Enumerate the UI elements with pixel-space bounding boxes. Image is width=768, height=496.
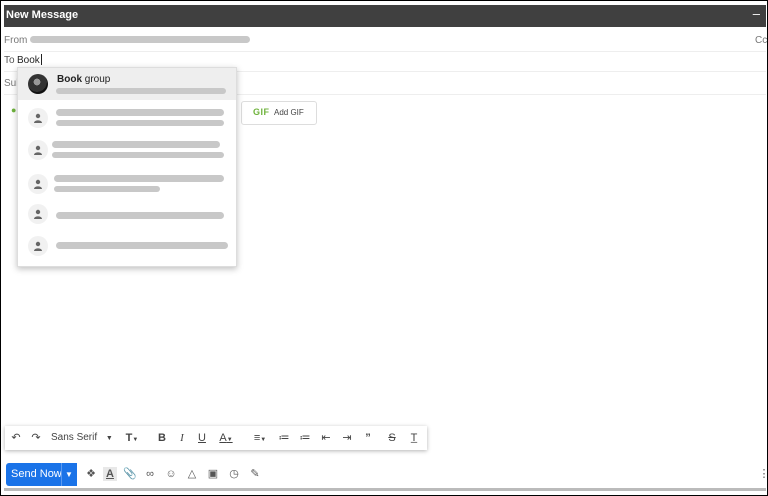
from-row[interactable]: From Cc (4, 29, 767, 52)
minimize-icon[interactable]: – (753, 6, 760, 21)
person-icon (28, 140, 48, 160)
add-gif-label: Add GIF (274, 108, 304, 117)
chevron-down-icon: ▼ (105, 435, 113, 442)
suggestion-item[interactable] (18, 198, 236, 230)
more-icon[interactable]: ⋮ (757, 467, 768, 481)
compose-titlebar[interactable]: New Message – (4, 5, 766, 27)
signature-icon[interactable]: ✎ (248, 467, 262, 481)
gif-icon: GIF (253, 107, 270, 117)
redo-icon[interactable]: ↷ (29, 430, 43, 446)
italic-icon[interactable]: I (175, 430, 189, 446)
link-icon[interactable]: ∞ (143, 467, 157, 481)
suggestion-item[interactable] (18, 168, 236, 200)
text-cursor (40, 54, 42, 65)
align-icon[interactable]: ≡▼ (249, 430, 271, 446)
emoji-icon[interactable]: ☺ (164, 467, 178, 481)
numbered-list-icon[interactable]: ≔ (277, 430, 291, 446)
partial-icon[interactable]: ● (11, 105, 16, 115)
compose-window: New Message – From Cc To Book Sub ● GIF … (0, 0, 768, 496)
send-split-divider (61, 463, 62, 486)
suggestion-email-redacted (56, 120, 224, 126)
add-gif-button[interactable]: GIF Add GIF (241, 101, 317, 125)
avatar (28, 74, 48, 94)
suggestion-name-redacted (56, 242, 228, 249)
person-icon (28, 236, 48, 256)
drive-icon[interactable]: △ (185, 467, 199, 481)
send-now-label: Send Now (11, 468, 62, 480)
suggestion-item[interactable] (18, 102, 236, 134)
suggestion-email-redacted (54, 186, 160, 192)
formatting-toolbar: ↶ ↷ Sans Serif ▼ T▼ B I U A▼ ≡▼ ≔ ≔ ⇤ ⇥ … (5, 426, 427, 450)
suggestion-name-redacted (56, 109, 224, 116)
bold-icon[interactable]: B (155, 430, 169, 446)
to-input-value: Book (17, 55, 40, 66)
window-title: New Message (6, 9, 79, 21)
cc-link[interactable]: Cc (755, 35, 767, 46)
person-icon (28, 174, 48, 194)
suggestion-item[interactable] (18, 134, 236, 166)
attach-icon[interactable]: 📎 (123, 467, 137, 481)
send-row: Send Now ▼ ❖ A 📎 ∞ ☺ △ ▣ ◷ ✎ ⋮ (4, 461, 768, 487)
person-icon (28, 108, 48, 128)
font-size-icon[interactable]: T▼ (121, 430, 143, 446)
suggestion-name-redacted (54, 175, 224, 182)
suggestion-item[interactable]: Book group (18, 68, 236, 100)
indent-more-icon[interactable]: ⇥ (340, 430, 354, 446)
to-input[interactable]: Book (17, 54, 42, 66)
indent-less-icon[interactable]: ⇤ (319, 430, 333, 446)
to-label: To (4, 55, 15, 66)
suggestion-item[interactable] (18, 230, 236, 262)
font-select[interactable]: Sans Serif ▼ (51, 430, 115, 446)
underline-icon[interactable]: U (195, 430, 209, 446)
bulleted-list-icon[interactable]: ≔ (298, 430, 312, 446)
send-now-button[interactable]: Send Now ▼ (6, 463, 77, 486)
suggestion-name-redacted (56, 212, 224, 219)
suggestion-name: Book group (57, 74, 111, 85)
bottom-edge (4, 488, 766, 491)
lock-clock-icon[interactable]: ◷ (227, 467, 241, 481)
from-address-redacted (30, 36, 250, 43)
autocomplete-dropdown: Book group (17, 67, 237, 267)
dropbox-icon[interactable]: ❖ (84, 467, 98, 481)
quote-icon[interactable]: ” (361, 430, 375, 446)
undo-icon[interactable]: ↶ (9, 430, 23, 446)
chevron-down-icon[interactable]: ▼ (65, 463, 73, 486)
formatting-icon[interactable]: A (103, 467, 117, 481)
remove-formatting-icon[interactable]: T̲ (407, 430, 421, 446)
strikethrough-icon[interactable]: S (385, 430, 399, 446)
from-label: From (4, 35, 28, 46)
suggestion-email-redacted (56, 88, 226, 94)
text-color-icon[interactable]: A▼ (215, 430, 237, 446)
person-icon (28, 204, 48, 224)
suggestion-name-redacted (52, 141, 220, 148)
font-select-value: Sans Serif (51, 432, 98, 443)
photo-icon[interactable]: ▣ (206, 467, 220, 481)
suggestion-email-redacted (52, 152, 224, 158)
